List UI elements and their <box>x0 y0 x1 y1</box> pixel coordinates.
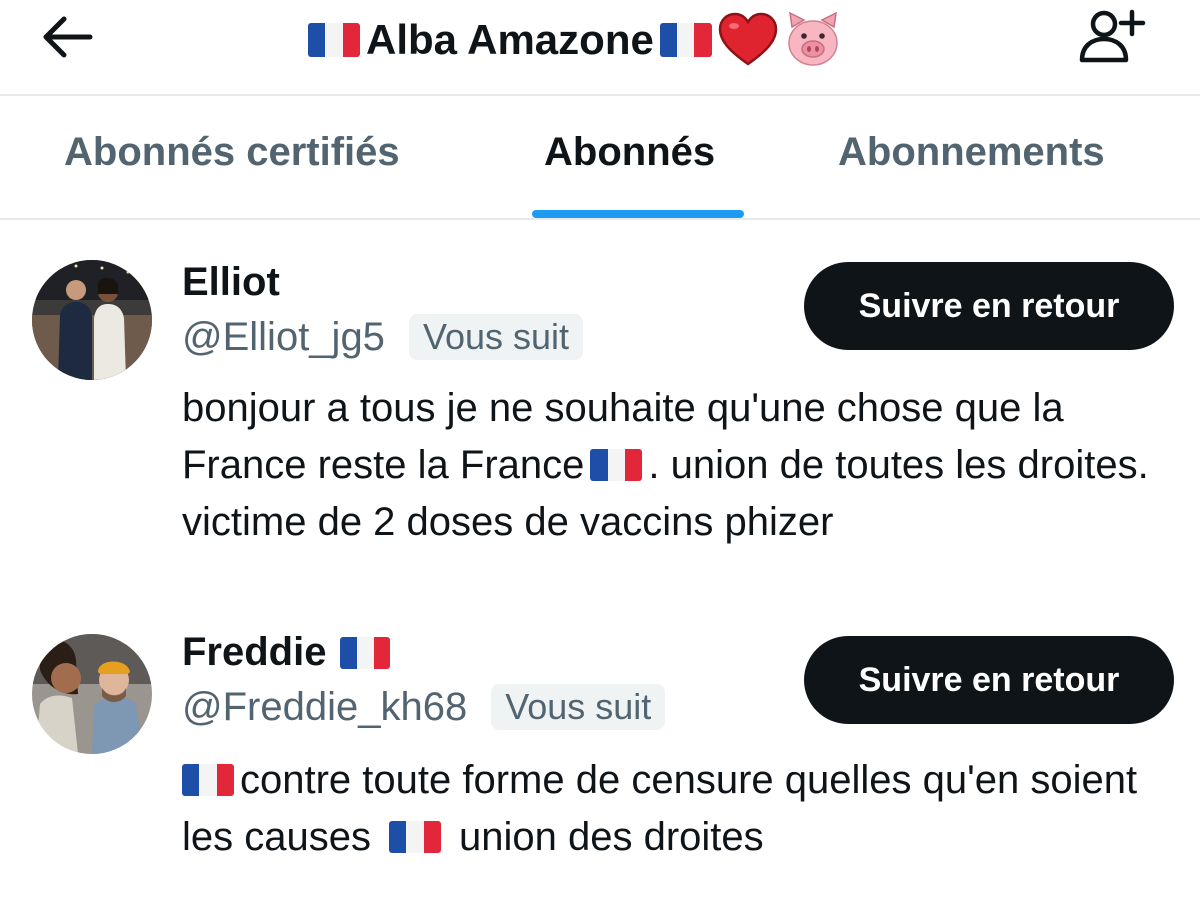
france-flag-icon <box>182 764 234 796</box>
red-heart-icon <box>718 12 778 66</box>
avatar[interactable] <box>32 260 152 380</box>
avatar-photo <box>32 634 152 754</box>
user-handle[interactable]: @Elliot_jg5 <box>182 315 385 360</box>
avatar[interactable] <box>32 634 152 754</box>
france-flag-icon <box>659 23 712 57</box>
pig-face-icon <box>788 11 838 66</box>
tab-followers[interactable]: Abonnés <box>544 130 715 175</box>
list-item[interactable]: Freddie @Freddie_kh68 Vous suit Suivre e… <box>0 590 1200 909</box>
profile-title: Alba Amazone <box>308 10 842 70</box>
avatar-photo <box>32 260 152 380</box>
add-user-button[interactable] <box>1078 4 1148 64</box>
back-button[interactable] <box>38 12 98 62</box>
user-handle[interactable]: @Freddie_kh68 <box>182 685 467 730</box>
top-bar: Alba Amazone <box>0 0 1200 96</box>
user-bio: contre toute forme de censure quelles qu… <box>182 758 1138 859</box>
user-name[interactable]: Freddie <box>182 630 391 675</box>
person-plus-icon <box>1079 9 1146 63</box>
tab-verified-followers[interactable]: Abonnés certifiés <box>64 130 400 175</box>
follow-back-button[interactable]: Suivre en retour <box>804 262 1174 350</box>
france-flag-icon <box>388 821 441 853</box>
follows-you-badge: Vous suit <box>491 684 666 730</box>
followers-tabs: Abonnés certifiés Abonnés Abonnements <box>0 96 1200 220</box>
list-item[interactable]: Elliot @Elliot_jg5 Vous suit Suivre en r… <box>0 220 1200 590</box>
active-tab-indicator <box>532 210 744 218</box>
follow-back-button[interactable]: Suivre en retour <box>804 636 1174 724</box>
user-bio: bonjour a tous je ne souhaite qu'une cho… <box>182 386 1149 544</box>
user-name[interactable]: Elliot <box>182 260 280 305</box>
tab-following[interactable]: Abonnements <box>838 130 1105 175</box>
france-flag-icon <box>308 23 360 57</box>
follows-you-badge: Vous suit <box>408 314 584 360</box>
france-flag-icon <box>590 449 643 481</box>
profile-name: Alba Amazone <box>366 16 654 63</box>
arrow-left-icon <box>43 16 93 58</box>
france-flag-icon <box>340 636 391 669</box>
